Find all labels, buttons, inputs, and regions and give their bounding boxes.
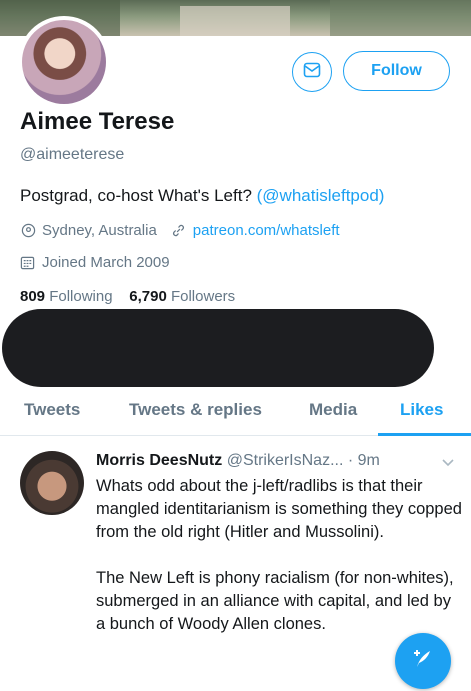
joined-text: Joined March 2009 — [42, 254, 170, 271]
tweet-paragraph: Whats odd about the j-left/radlibs is th… — [96, 477, 462, 541]
website-link[interactable]: patreon.com/whatsleft — [193, 222, 340, 239]
tab-media[interactable]: Media — [309, 400, 357, 420]
tweet-author-handle[interactable]: @StrikerIsNaz... — [227, 452, 344, 469]
tab-tweets[interactable]: Tweets — [24, 400, 80, 420]
chevron-down-icon[interactable] — [441, 455, 455, 473]
envelope-icon — [303, 62, 321, 83]
tweet-header: Morris DeesNutz @StrikerIsNaz... · 9m — [96, 452, 380, 470]
redaction-block — [2, 309, 434, 387]
tweet-body: Whats odd about the j-left/radlibs is th… — [96, 475, 464, 659]
profile-name: Aimee Terese — [20, 108, 175, 135]
active-tab-indicator — [378, 433, 471, 436]
follow-stats: 809 Following 6,790 Followers — [20, 288, 235, 305]
following-stat[interactable]: 809 Following — [20, 288, 113, 305]
tweet-paragraph: The New Left is phony racialism (for non… — [96, 569, 454, 633]
profile-bio: Postgrad, co-host What's Left? (@whatisl… — [20, 186, 384, 206]
tab-tweets-replies[interactable]: Tweets & replies — [129, 400, 262, 420]
location-text: Sydney, Australia — [42, 222, 157, 239]
tweet-author-name[interactable]: Morris DeesNutz — [96, 452, 222, 469]
joined-date: Joined March 2009 — [20, 254, 170, 271]
profile-handle: @aimeeterese — [20, 146, 125, 163]
location-pin-icon — [20, 223, 36, 239]
tab-likes[interactable]: Likes — [400, 400, 443, 420]
following-count: 809 — [20, 288, 46, 305]
followers-count: 6,790 — [129, 288, 167, 305]
profile-meta: Sydney, Australia patreon.com/whatsleft — [20, 222, 340, 239]
profile-avatar[interactable] — [18, 16, 110, 108]
follow-button[interactable]: Follow — [343, 51, 450, 91]
followers-label: Followers — [170, 288, 236, 305]
profile-tabs: Tweets Tweets & replies Media Likes — [0, 390, 471, 436]
message-button[interactable] — [292, 52, 332, 92]
link-icon — [171, 223, 187, 239]
bio-text: Postgrad, co-host What's Left? — [20, 186, 257, 205]
tweet-author-avatar[interactable] — [20, 451, 84, 515]
compose-icon — [410, 646, 436, 677]
compose-tweet-button[interactable] — [395, 633, 451, 689]
following-label: Following — [49, 288, 113, 305]
calendar-icon — [20, 255, 36, 271]
tweet-time: · 9m — [347, 452, 380, 469]
followers-stat[interactable]: 6,790 Followers — [129, 288, 235, 305]
bio-mention-link[interactable]: (@whatisleftpod) — [257, 186, 385, 205]
